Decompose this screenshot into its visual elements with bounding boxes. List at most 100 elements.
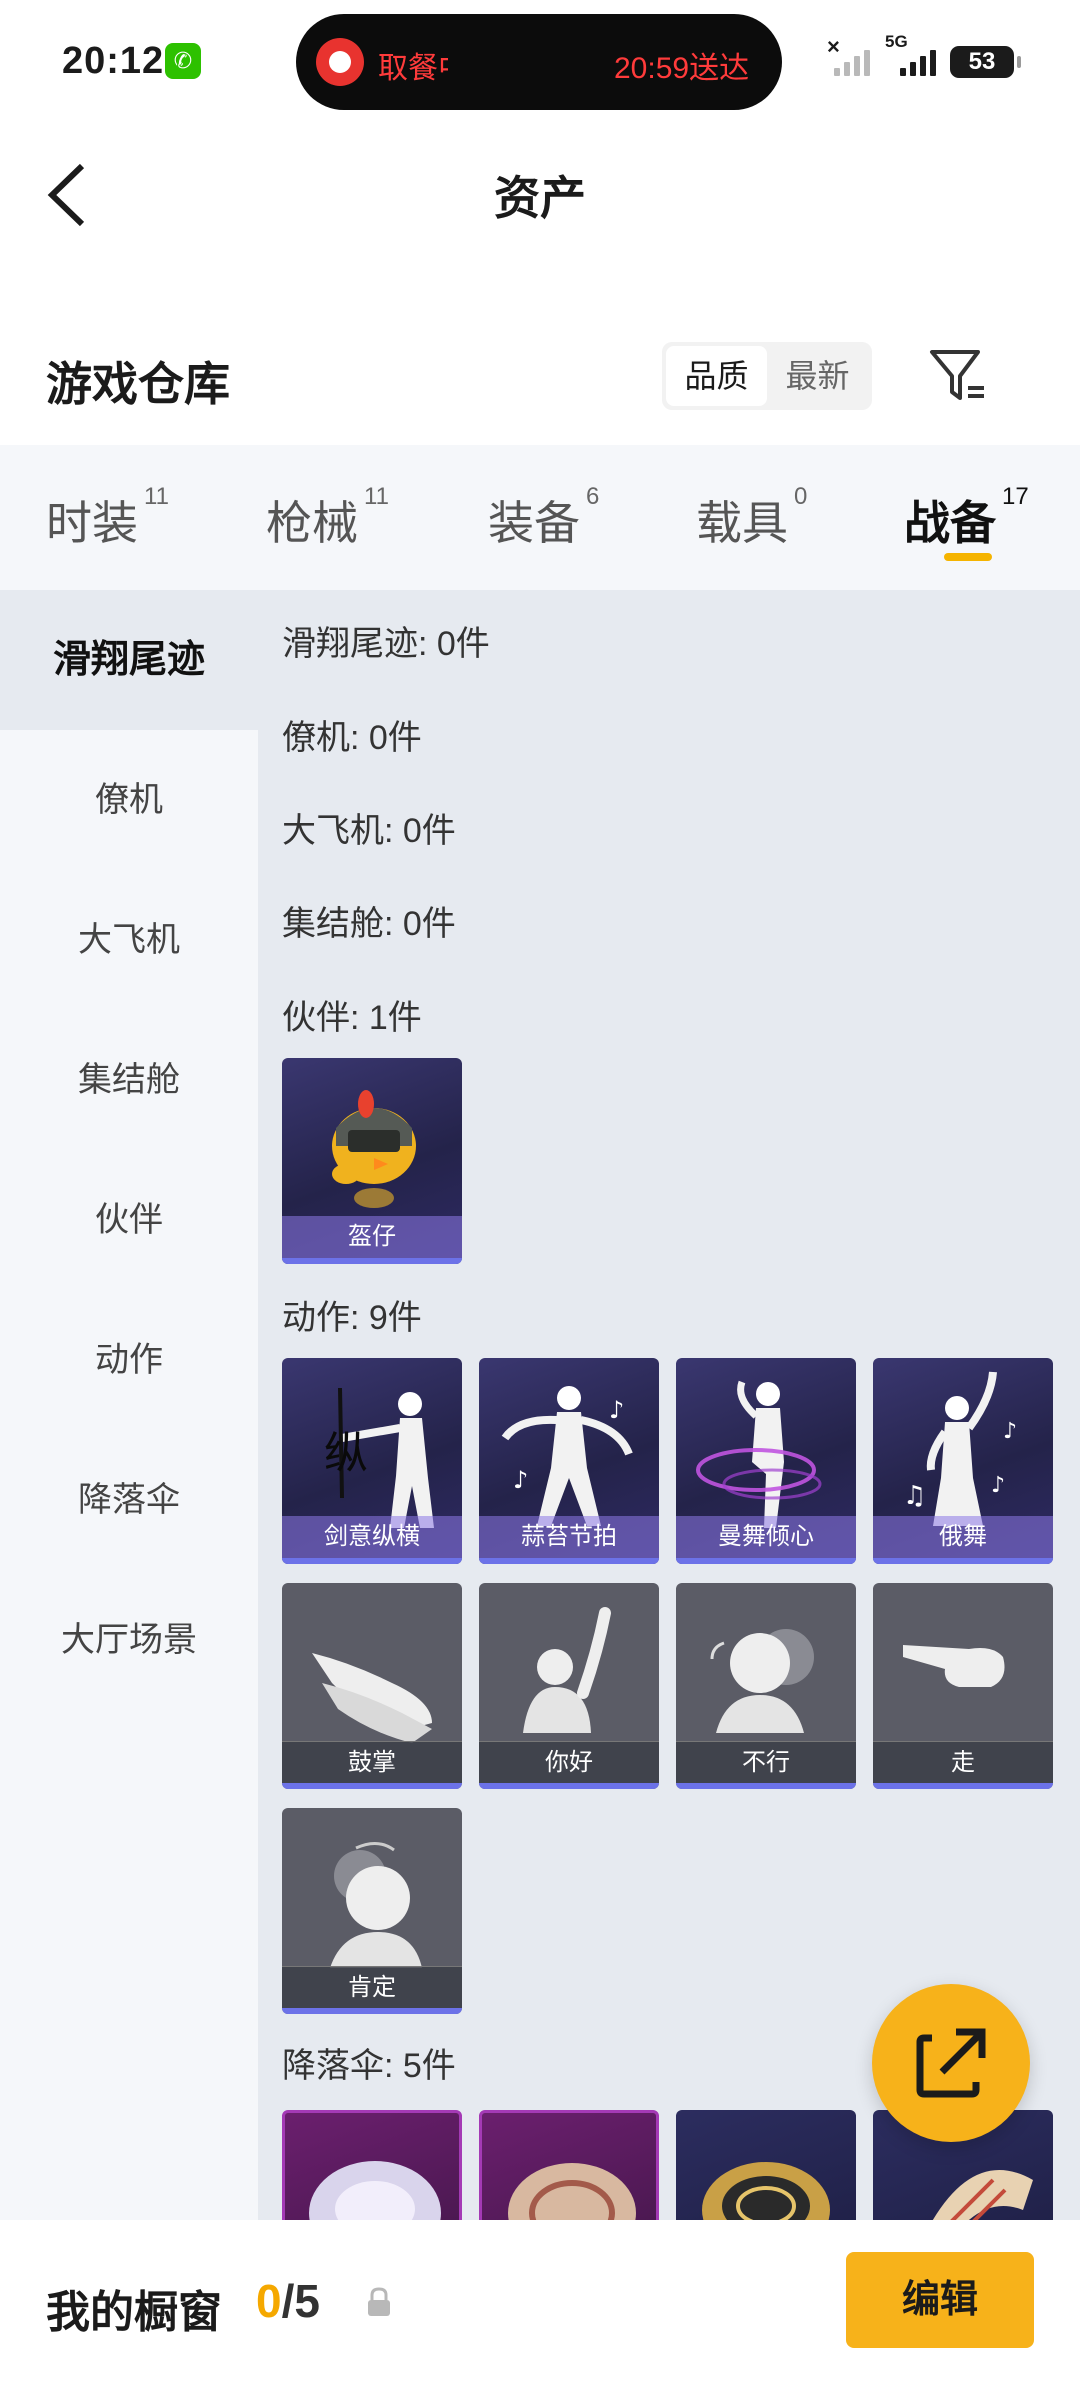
item-card[interactable] [479,2110,659,2220]
item-name: 俄舞 [873,1516,1053,1558]
battery-icon: 53 [950,46,1021,78]
item-card[interactable]: 你好 [479,1583,659,1789]
sort-toggle: 品质 最新 [662,342,872,410]
section-parachute: 降落伞: 5件 [282,2047,456,2085]
dynamic-island[interactable]: 取餐中 20:59送达 [296,14,782,110]
rarity-bar [676,1558,856,1564]
item-card[interactable]: 曼舞倾心 [676,1358,856,1564]
showcase-label: 我的橱窗 [46,2288,222,2337]
signal-icon-2 [900,42,936,76]
tab-guns[interactable]: 枪械11 [266,483,389,553]
edit-button[interactable]: 编辑 [846,2252,1034,2348]
sidebar-item-big-plane[interactable]: 大飞机 [0,870,258,1010]
lock-icon [368,2287,390,2316]
tab-equipment[interactable]: 装备6 [488,483,599,553]
item-name: 鼓掌 [282,1741,462,1783]
item-name: 肯定 [282,1966,462,2008]
item-name: 走 [873,1741,1053,1783]
tab-count: 0 [794,483,808,510]
svg-text:♪: ♪ [1003,1419,1017,1444]
external-link-icon [916,2028,986,2098]
rarity-bar [282,2008,462,2014]
bottom-bar: 我的橱窗 0/5 编辑 [0,2220,1080,2382]
svg-text:♫: ♫ [903,1481,926,1511]
item-name: 你好 [479,1741,659,1783]
tab-vehicles[interactable]: 载具0 [696,483,807,553]
sort-newest-button[interactable]: 最新 [767,346,868,406]
sidebar-item-wingman[interactable]: 僚机 [0,730,258,870]
showcase-count: 0/5 [256,2274,320,2328]
item-card[interactable]: 不行 [676,1583,856,1789]
item-list: 滑翔尾迹: 0件 僚机: 0件 大飞机: 0件 集结舱: 0件 伙伴: 1件 盔… [258,590,1080,2220]
item-name: 曼舞倾心 [676,1516,856,1558]
crystal-parachute-icon [309,2161,441,2220]
section-glide-trail: 滑翔尾迹: 0件 [282,625,490,663]
nav-bar: 资产 [0,140,1080,250]
gold-parachute-icon [702,2162,830,2220]
item-card[interactable]: 纵 剑意纵横 [282,1358,462,1564]
warehouse-title: 游戏仓库 [46,358,230,410]
rarity-bar [282,1783,462,1789]
section-emote: 动作: 9件 [282,1299,422,1337]
share-fab[interactable] [872,1984,1030,2142]
item-card[interactable]: 盔仔 [282,1058,462,1264]
rarity-bar [873,1558,1053,1564]
sidebar-item-partner[interactable]: 伙伴 [0,1150,258,1290]
status-time: 20:12 [62,40,165,82]
active-tab-indicator [944,553,992,561]
sidebar-item-parachute[interactable]: 降落伞 [0,1430,258,1570]
showcase-total: /5 [281,2275,320,2327]
item-name: 蒜苔节拍 [479,1516,659,1558]
tab-label: 战备 [904,497,996,549]
item-card[interactable]: 肯定 [282,1808,462,2014]
island-status-text: 取餐中 [378,52,448,85]
item-name: 盔仔 [282,1216,462,1258]
wechat-icon: ✆ [165,43,201,79]
rarity-bar [282,1258,462,1264]
rarity-bar [282,1558,462,1564]
tab-count: 11 [144,483,169,510]
island-eta-text: 20:59送达 [614,52,750,85]
tab-label: 装备 [488,497,580,549]
sidebar-item-glide-trail[interactable]: 滑翔尾迹 [0,590,258,730]
item-card[interactable]: ♪ ♪ 蒜苔节拍 [479,1358,659,1564]
tab-count: 6 [586,483,600,510]
tab-label: 载具 [696,497,788,549]
sidebar-item-emote[interactable]: 动作 [0,1290,258,1430]
category-tabs: 时装11 枪械11 装备6 载具0 战备17 [0,445,1080,590]
svg-text:♪: ♪ [991,1473,1005,1498]
rarity-bar [479,1783,659,1789]
svg-text:♪: ♪ [609,1396,624,1424]
item-card[interactable]: 走 [873,1583,1053,1789]
tab-count: 17 [1002,483,1029,510]
tab-fashion[interactable]: 时装11 [46,483,169,553]
tab-label: 时装 [46,497,138,549]
section-big-plane: 大飞机: 0件 [282,812,456,850]
item-name: 剑意纵横 [282,1516,462,1558]
item-card[interactable] [282,2110,462,2220]
svg-text:纵: 纵 [324,1428,368,1479]
rarity-bar [676,1783,856,1789]
delivery-app-icon [316,38,364,86]
sort-quality-button[interactable]: 品质 [666,346,767,406]
section-wingman: 僚机: 0件 [282,719,422,757]
showcase-current: 0 [256,2275,282,2327]
item-card[interactable] [676,2110,856,2220]
section-assembly-pod: 集结舱: 0件 [282,905,456,943]
filter-icon[interactable] [928,346,988,406]
item-name: 不行 [676,1741,856,1783]
rarity-bar [873,1783,1053,1789]
item-card[interactable]: ♫ ♪ ♪ 俄舞 [873,1358,1053,1564]
ornate-parachute-icon [508,2163,636,2220]
sidebar-item-assembly-pod[interactable]: 集结舱 [0,1010,258,1150]
tab-combat-prep[interactable]: 战备17 [904,483,1029,553]
svg-text:♪: ♪ [513,1466,528,1494]
sidebar: 滑翔尾迹 僚机 大飞机 集结舱 伙伴 动作 降落伞 大厅场景 [0,590,258,2220]
item-card[interactable]: 鼓掌 [282,1583,462,1789]
signal-icon-1 [834,42,870,76]
rarity-bar [479,1558,659,1564]
status-bar: 20:12 ✆ 取餐中 20:59送达 × 5G 53 [0,0,1080,120]
sidebar-item-lobby-scene[interactable]: 大厅场景 [0,1570,258,1710]
tab-count: 11 [364,483,389,510]
page-title: 资产 [494,172,586,224]
